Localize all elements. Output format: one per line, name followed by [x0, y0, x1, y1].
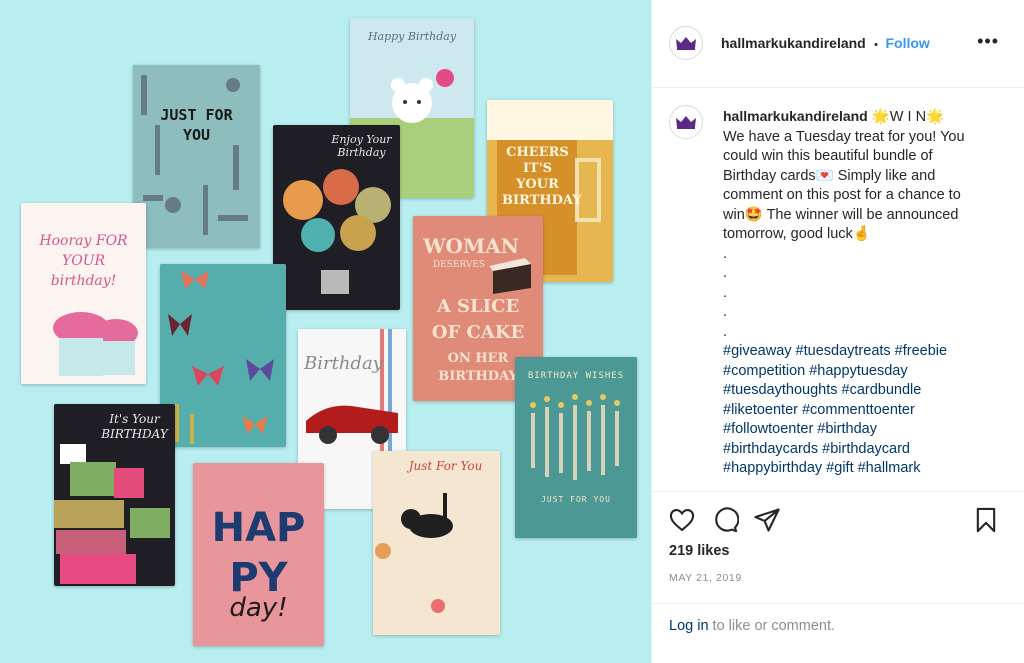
caption-dot: .	[723, 265, 728, 281]
login-prompt-text: to like or comment.	[708, 618, 836, 634]
card-text-just-for-you-script: Just For You	[408, 459, 483, 473]
caption-dot: .	[723, 284, 728, 301]
caption-line: 🌟W I N🌟	[871, 109, 945, 125]
post-date: MAY 21, 2019	[669, 572, 742, 584]
card-happy-day: HAPPY day!	[193, 463, 324, 646]
hashtag-line[interactable]: #tuesdaythoughts #cardbundle	[723, 381, 993, 401]
card-text-woman: WOMAN	[423, 234, 519, 258]
card-balloons: Enjoy Your Birthday	[273, 125, 400, 310]
post-image[interactable]: JUST FOR YOU Happy Birthday Enjoy Your B…	[0, 0, 651, 663]
header-user-row: hallmarkukandireland • Follow	[721, 35, 930, 53]
card-birthday-wishes: BIRTHDAY WISHES JUST FOR YOU	[515, 357, 637, 538]
tools-pattern-icon	[133, 65, 260, 248]
header-username[interactable]: hallmarkukandireland	[721, 35, 866, 51]
caption-line: tomorrow, good luck🤞	[723, 226, 871, 242]
caption-line: could win this beautiful bundle of	[723, 148, 933, 164]
hallmark-crown-icon	[676, 37, 696, 50]
caption-dot: .	[723, 323, 728, 340]
card-text-hooray: Hooray FOR YOUR birthday!	[39, 233, 128, 289]
hashtag-line[interactable]: #happybirthday #gift #hallmark	[723, 459, 993, 479]
hashtag-line[interactable]: #giveaway #tuesdaytreats #freebie	[723, 342, 993, 362]
card-text-day: day!	[229, 593, 288, 623]
hashtag-line[interactable]: #followtoenter #birthday	[723, 420, 993, 440]
login-row: Log in to like or comment.	[652, 603, 1024, 663]
follow-button[interactable]: Follow	[885, 35, 929, 51]
card-text-happy: HAPPY	[211, 505, 306, 601]
heart-icon[interactable]	[668, 506, 696, 534]
caption-avatar[interactable]	[669, 105, 703, 139]
login-prompt: Log in to like or comment.	[669, 618, 835, 634]
card-text-just-for-you-small: JUST FOR YOU	[541, 495, 611, 504]
more-options-icon[interactable]: •••	[977, 32, 999, 50]
comment-icon[interactable]	[711, 506, 740, 534]
card-text-happy-birthday-top: Happy Birthday	[367, 30, 457, 43]
cat-icon	[373, 451, 500, 635]
caption-line: Birthday cards💌 Simply like and	[723, 167, 936, 184]
caption-dot: .	[723, 304, 728, 320]
bookmark-icon[interactable]	[972, 506, 1000, 534]
post-sidebar: hallmarkukandireland • Follow ••• hallma…	[651, 0, 1024, 663]
butterflies-icon	[160, 264, 286, 447]
hashtag-line[interactable]: #birthdaycards #birthdaycard	[723, 440, 993, 460]
card-text-enjoy-your-birthday: Enjoy Your Birthday	[331, 133, 392, 159]
post-header: hallmarkukandireland • Follow •••	[652, 0, 1024, 88]
hashtag-line[interactable]: #competition #happytuesday	[723, 362, 993, 382]
caption-line: We have a Tuesday treat for you! You	[723, 128, 965, 145]
card-butterflies	[160, 264, 286, 447]
caption-line: win🤩 The winner will be announced	[723, 206, 959, 223]
post-actions: 219 likes MAY 21, 2019	[652, 491, 1024, 603]
caption-area[interactable]: hallmarkukandireland 🌟W I N🌟 We have a T…	[652, 89, 1024, 491]
caption-first-line: hallmarkukandireland 🌟W I N🌟	[723, 107, 993, 128]
card-text-deserves: DESERVES	[432, 260, 486, 270]
likes-count[interactable]: 219 likes	[669, 543, 729, 559]
login-link[interactable]: Log in	[669, 618, 709, 634]
card-text-slice-of-cake: A SLICE OF CAKE	[431, 296, 525, 343]
hallmark-crown-icon	[676, 116, 696, 129]
hashtag-line[interactable]: #liketoenter #commenttoenter	[723, 401, 993, 421]
card-presents: It's Your BIRTHDAY	[54, 404, 175, 586]
candles-icon	[515, 357, 637, 538]
card-text-just-for-you: JUST FOR YOU	[160, 106, 233, 144]
card-text-cheers: CHEERS IT'S YOUR BIRTHDAY	[502, 145, 582, 208]
caption-dot: .	[723, 245, 728, 262]
card-text-birthday-wishes: BIRTHDAY WISHES	[527, 371, 625, 381]
card-text-birthday-script: Birthday	[304, 353, 383, 374]
caption-text: hallmarkukandireland 🌟W I N🌟 We have a T…	[723, 107, 993, 479]
caption-line: comment on this post for a chance to	[723, 187, 961, 203]
card-cat: Just For You	[373, 451, 500, 635]
follow-separator: •	[874, 39, 879, 51]
card-hooray-cupcakes: Hooray FOR YOUR birthday!	[21, 203, 146, 384]
card-just-for-you-tools: JUST FOR YOU	[133, 65, 260, 248]
card-text-its-your-birthday: It's Your BIRTHDAY	[101, 412, 168, 441]
avatar[interactable]	[669, 26, 703, 60]
caption-username[interactable]: hallmarkukandireland	[723, 108, 868, 124]
share-icon[interactable]	[753, 506, 781, 534]
